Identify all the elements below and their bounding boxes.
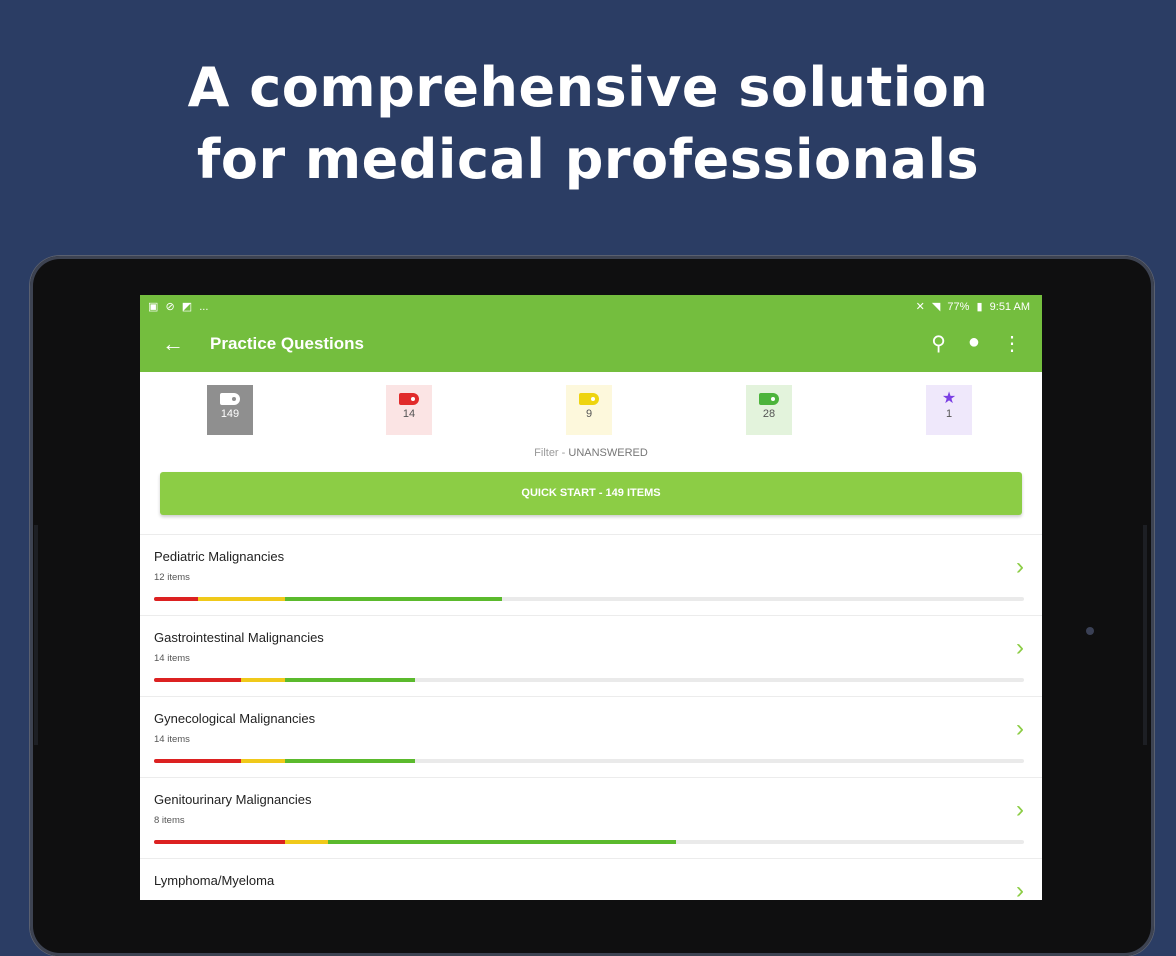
topic-name: Pediatric Malignancies — [154, 549, 285, 564]
image-icon: ▣ — [148, 300, 159, 313]
headline: A comprehensive solution for medical pro… — [0, 52, 1176, 196]
chevron-right-icon: › — [1016, 553, 1024, 580]
green-tag-icon — [759, 393, 779, 405]
topic-count: 8 items — [154, 815, 185, 826]
filter-red-button[interactable]: 14 — [386, 385, 432, 435]
quick-start-button[interactable]: QUICK START - 149 ITEMS — [160, 472, 1022, 515]
tablet-side-button-left — [34, 525, 38, 745]
flag-icon: ◩ — [181, 300, 193, 313]
status-more: ... — [199, 300, 209, 313]
topic-row[interactable]: Gynecological Malignancies 14 items › — [140, 697, 1042, 778]
filter-chips: 149 14 9 28 ★ 1 — [140, 372, 1042, 442]
filter-yellow-button[interactable]: 9 — [566, 385, 612, 435]
topic-name: Gastrointestinal Malignancies — [154, 630, 324, 645]
tag-icon — [220, 393, 240, 405]
tablet-side-button-right — [1143, 525, 1147, 745]
filter-status[interactable]: Filter - UNANSWERED — [140, 442, 1042, 464]
camera-icon — [1086, 627, 1094, 635]
topic-row[interactable]: Lymphoma/Myeloma › — [140, 859, 1042, 900]
progress-bar — [154, 678, 1024, 682]
progress-yellow-segment — [197, 597, 285, 601]
topic-row[interactable]: Genitourinary Malignancies 8 items › — [140, 778, 1042, 859]
progress-red-segment — [154, 678, 241, 682]
page-title: Practice Questions — [210, 334, 365, 353]
chevron-right-icon: › — [1016, 634, 1024, 661]
progress-yellow-segment — [241, 759, 285, 763]
progress-yellow-segment — [284, 840, 328, 844]
back-arrow-icon[interactable]: ← — [162, 331, 184, 357]
filter-all-button[interactable]: 149 — [207, 385, 253, 435]
yellow-tag-icon — [579, 393, 599, 405]
overflow-menu-icon[interactable]: ⋮ — [1002, 331, 1022, 356]
mute-icon: ✕ — [915, 300, 925, 313]
filter-green-button[interactable]: 28 — [746, 385, 792, 435]
topic-count: 12 items — [154, 572, 190, 583]
filter-value: UNANSWERED — [568, 447, 648, 459]
status-right: ✕ ◥ 77% ▮ 9:51 AM — [916, 300, 1034, 313]
app-bar: ← Practice Questions ⚲ ● ⋮ — [140, 317, 1042, 372]
chevron-right-icon: › — [1016, 715, 1024, 742]
topic-count: 14 items — [154, 734, 190, 745]
progress-bar — [154, 840, 1024, 844]
progress-yellow-segment — [241, 678, 285, 682]
filter-green-count: 28 — [762, 408, 776, 420]
topic-row[interactable]: Gastrointestinal Malignancies 14 items › — [140, 616, 1042, 697]
progress-green-segment — [284, 678, 415, 682]
progress-bar — [154, 759, 1024, 763]
filter-starred-count: 1 — [945, 408, 953, 420]
battery-icon: ▮ — [976, 300, 983, 313]
topic-row[interactable]: Pediatric Malignancies 12 items › — [140, 535, 1042, 616]
progress-bar — [154, 597, 1024, 601]
status-left: ▣ ⊘ ◩ ... — [148, 300, 212, 313]
star-icon: ★ — [941, 390, 957, 407]
progress-red-segment — [154, 759, 241, 763]
topic-list: Pediatric Malignancies 12 items › Gastroint… — [140, 534, 1042, 900]
progress-green-segment — [328, 840, 676, 844]
headline-line-1: A comprehensive solution — [187, 56, 989, 119]
filter-all-count: 149 — [220, 408, 240, 420]
topic-name: Gynecological Malignancies — [154, 711, 316, 726]
progress-red-segment — [154, 597, 198, 601]
chevron-right-icon: › — [1016, 877, 1024, 900]
headline-line-2: for medical professionals — [196, 128, 980, 191]
filter-label: Filter - — [534, 447, 569, 459]
filter-red-count: 14 — [402, 408, 416, 420]
progress-green-segment — [284, 597, 502, 601]
search-icon[interactable]: ⚲ — [931, 331, 946, 356]
app-bar-actions: ⚲ ● ⋮ — [931, 331, 1022, 356]
battery-level: 77% — [947, 300, 970, 313]
topic-count: 14 items — [154, 653, 190, 664]
filter-starred-button[interactable]: ★ 1 — [926, 385, 972, 435]
app-screen: ▣ ⊘ ◩ ... ✕ ◥ 77% ▮ 9:51 AM ← Practice Q… — [140, 295, 1042, 900]
progress-red-segment — [154, 840, 285, 844]
filter-yellow-count: 9 — [585, 408, 593, 420]
profile-icon[interactable]: ● — [968, 331, 980, 356]
clock: 9:51 AM — [989, 300, 1030, 313]
red-tag-icon — [399, 393, 419, 405]
status-bar: ▣ ⊘ ◩ ... ✕ ◥ 77% ▮ 9:51 AM — [140, 295, 1042, 317]
chevron-right-icon: › — [1016, 796, 1024, 823]
wifi-icon: ◥ — [931, 300, 941, 313]
topic-name: Genitourinary Malignancies — [154, 792, 312, 807]
block-icon: ⊘ — [165, 300, 175, 313]
progress-green-segment — [284, 759, 415, 763]
topic-name: Lymphoma/Myeloma — [154, 873, 275, 888]
